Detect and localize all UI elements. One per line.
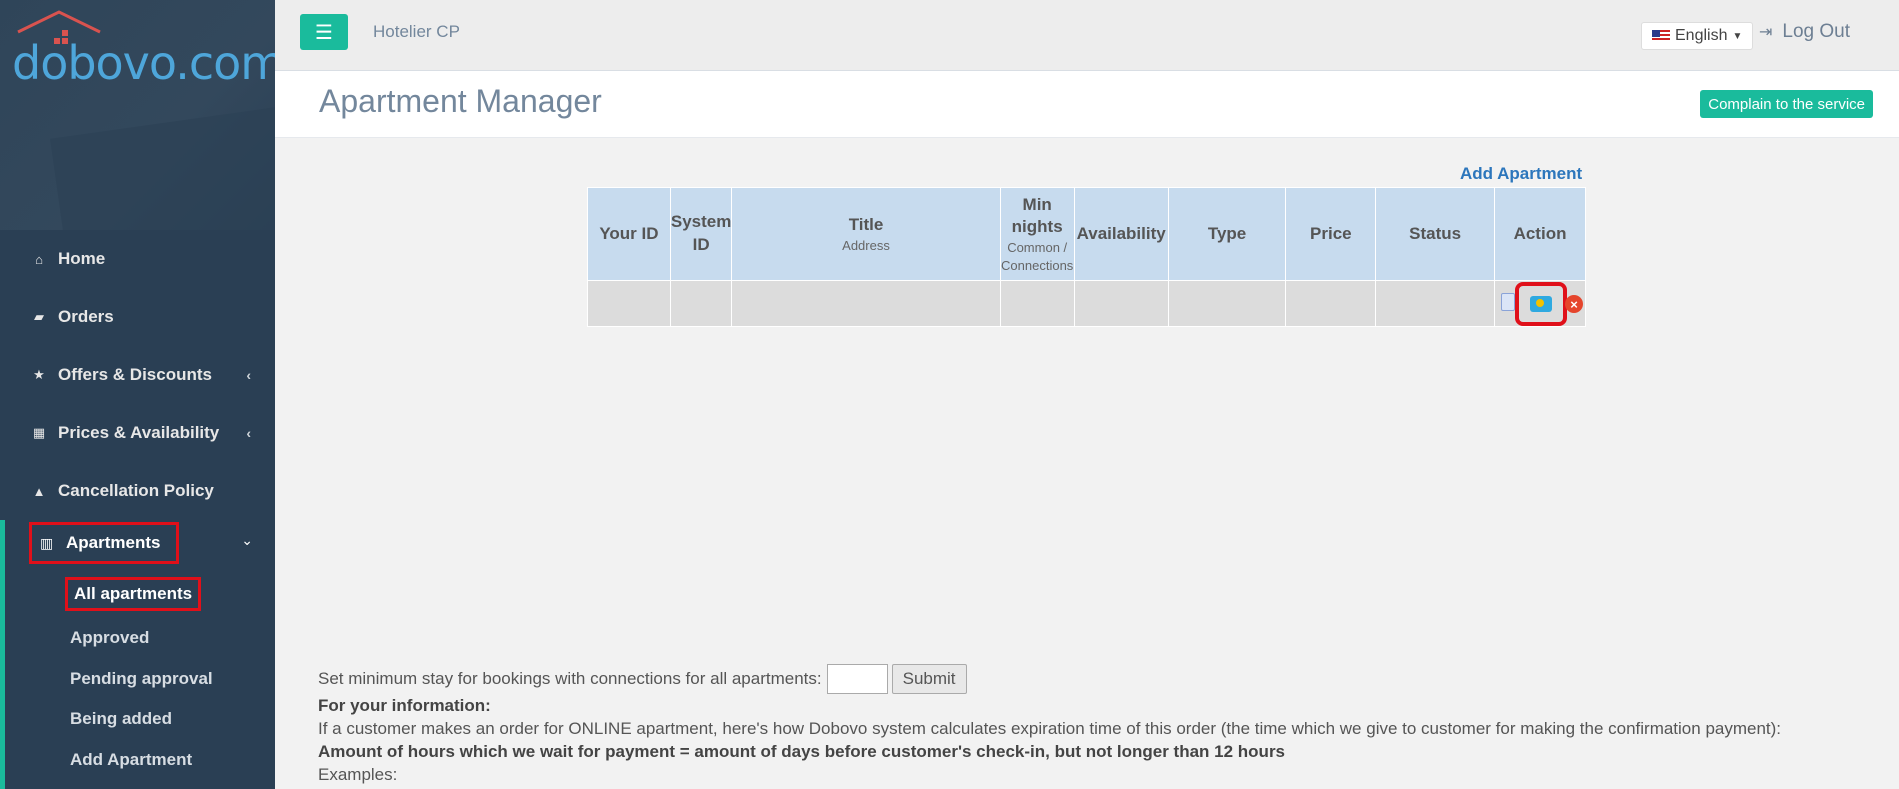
sidebar-item-home[interactable]: ⌂ Home bbox=[0, 230, 275, 288]
logo-text[interactable]: dobovo.com bbox=[12, 36, 275, 90]
sidebar-subitem-pending-approval[interactable]: Pending approval bbox=[70, 669, 213, 689]
header-status[interactable]: Status bbox=[1375, 187, 1496, 281]
top-navbar: ☰ Hotelier CP English ▼ ⇥ Log Out bbox=[275, 0, 1899, 71]
min-stay-form: Set minimum stay for bookings with conne… bbox=[318, 664, 967, 694]
header-min-nights-sub: Common / Connections bbox=[1001, 240, 1074, 273]
cell-your-id bbox=[587, 280, 671, 327]
language-label: English bbox=[1675, 27, 1728, 44]
sidebar-item-cancellation[interactable]: ▲ Cancellation Policy bbox=[0, 462, 275, 520]
cell-price bbox=[1285, 280, 1377, 327]
sidebar-subitem-add-apartment[interactable]: Add Apartment bbox=[70, 750, 192, 770]
hamburger-icon: ☰ bbox=[315, 21, 333, 44]
sidebar-subitem-being-added[interactable]: Being added bbox=[70, 709, 172, 729]
publish-icon bbox=[1530, 296, 1553, 312]
min-stay-label: Set minimum stay for bookings with conne… bbox=[318, 669, 822, 688]
sidebar-item-label: Cancellation Policy bbox=[58, 481, 214, 500]
table-row: × bbox=[587, 280, 1586, 327]
header-min-nights[interactable]: Min nights Common / Connections bbox=[999, 187, 1075, 281]
complain-button[interactable]: Complain to the service bbox=[1700, 90, 1873, 118]
header-your-id[interactable]: Your ID bbox=[587, 187, 671, 281]
chevron-down-icon[interactable]: ⌄ bbox=[241, 532, 253, 549]
delete-icon[interactable]: × bbox=[1565, 295, 1584, 313]
cell-action: × bbox=[1494, 280, 1586, 327]
sidebar-menu: ⌂ Home ▰ Orders ★ Offers & Discounts ‹ ▦… bbox=[0, 230, 275, 520]
edit-icon[interactable] bbox=[1501, 293, 1516, 311]
chevron-left-icon: ‹ bbox=[246, 367, 251, 383]
sidebar-item-label: Home bbox=[58, 249, 106, 268]
sidebar-item-label: Apartments bbox=[66, 533, 161, 552]
chevron-left-icon: ‹ bbox=[246, 425, 251, 441]
page-header: Apartment Manager Complain to the servic… bbox=[275, 71, 1899, 138]
add-apartment-link[interactable]: Add Apartment bbox=[1460, 164, 1582, 184]
sidebar-subitem-all-apartments[interactable]: All apartments bbox=[65, 577, 202, 611]
header-system-id[interactable]: System ID bbox=[669, 187, 733, 281]
sidebar-item-label: Orders bbox=[58, 307, 114, 326]
book-icon: ▰ bbox=[34, 309, 44, 324]
cell-system-id bbox=[669, 280, 733, 327]
sidebar-item-prices[interactable]: ▦ Prices & Availability ‹ bbox=[0, 404, 275, 462]
info-block: For your information: If a customer make… bbox=[318, 694, 1878, 786]
logout-label: Log Out bbox=[1782, 21, 1851, 42]
min-stay-input[interactable] bbox=[826, 664, 888, 694]
sidebar-item-orders[interactable]: ▰ Orders bbox=[0, 288, 275, 346]
us-flag-icon bbox=[1652, 30, 1670, 42]
sidebar-item-apartments[interactable]: ▥ Apartments bbox=[29, 522, 179, 564]
cell-title bbox=[731, 280, 1001, 327]
publish-button[interactable] bbox=[1515, 282, 1568, 326]
header-action: Action bbox=[1494, 187, 1586, 281]
star-icon: ★ bbox=[33, 367, 45, 382]
header-price[interactable]: Price bbox=[1285, 187, 1377, 281]
header-title-label: Title bbox=[848, 214, 884, 234]
brand-label: Hotelier CP bbox=[373, 22, 460, 41]
info-rule: Amount of hours which we wait for paymen… bbox=[318, 742, 1286, 761]
sidebar-subitem-approved[interactable]: Approved bbox=[70, 628, 149, 648]
logo-area: dobovo.com bbox=[0, 0, 275, 230]
calendar-icon: ▦ bbox=[32, 425, 46, 440]
header-availability[interactable]: Availability bbox=[1073, 187, 1169, 281]
menu-toggle-button[interactable]: ☰ bbox=[300, 14, 348, 50]
header-title-sub: Address bbox=[842, 237, 890, 253]
page-title: Apartment Manager bbox=[319, 83, 602, 119]
cell-min-nights bbox=[999, 280, 1075, 327]
home-icon: ⌂ bbox=[35, 251, 43, 267]
building-icon: ▥ bbox=[40, 534, 54, 551]
header-type[interactable]: Type bbox=[1167, 187, 1287, 281]
sidebar-item-offers[interactable]: ★ Offers & Discounts ‹ bbox=[0, 346, 275, 404]
language-dropdown[interactable]: English ▼ bbox=[1641, 22, 1754, 50]
submit-button[interactable]: Submit bbox=[891, 664, 967, 694]
caret-down-icon: ▼ bbox=[1732, 30, 1743, 42]
cell-status bbox=[1375, 280, 1496, 327]
info-text: If a customer makes an order for ONLINE … bbox=[318, 719, 1782, 738]
cell-availability bbox=[1073, 280, 1169, 327]
header-min-nights-label: Min nights bbox=[1011, 194, 1063, 237]
sign-out-icon: ⇥ bbox=[1759, 24, 1773, 41]
apartments-group: ▥ Apartments ⌄ All apartments Approved P… bbox=[0, 520, 275, 789]
cell-type bbox=[1167, 280, 1287, 327]
info-heading: For your information: bbox=[318, 696, 491, 715]
apartments-table: Your ID System ID Title Address Min nigh… bbox=[587, 187, 1586, 327]
warning-icon: ▲ bbox=[32, 483, 46, 499]
logout-link[interactable]: ⇥ Log Out bbox=[1759, 21, 1850, 43]
table-header-row: Your ID System ID Title Address Min nigh… bbox=[587, 187, 1586, 281]
sidebar-item-label: Offers & Discounts bbox=[58, 365, 212, 384]
info-examples: Examples: bbox=[318, 765, 398, 784]
sidebar: dobovo.com ⌂ Home ▰ Orders ★ Offers & Di… bbox=[0, 0, 275, 789]
header-title[interactable]: Title Address bbox=[731, 187, 1001, 281]
sidebar-item-label: Prices & Availability bbox=[58, 423, 220, 442]
